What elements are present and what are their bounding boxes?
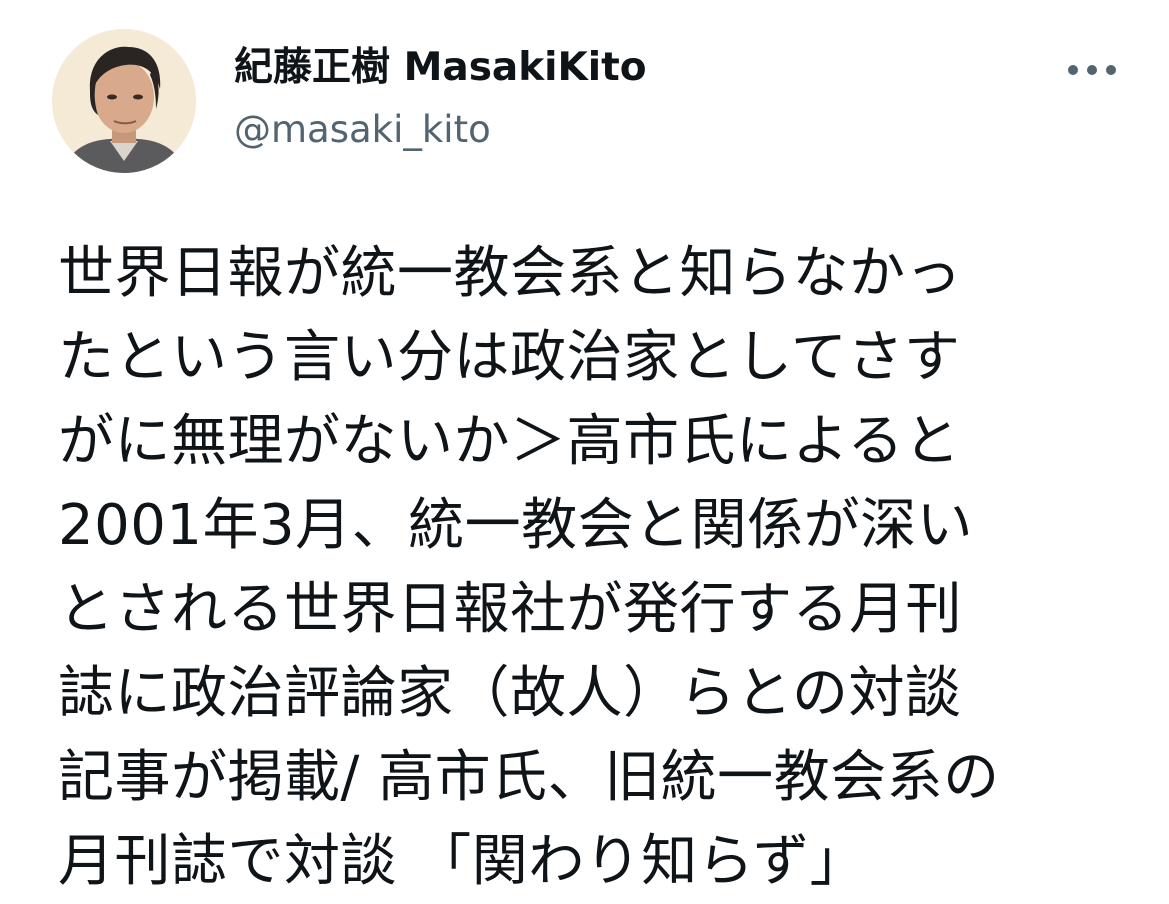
more-options-button[interactable] [1062, 50, 1122, 90]
tweet: 紀藤正樹 MasakiKito @masaki_kito 世界日報が統一教会系と… [0, 0, 1169, 896]
avatar[interactable] [52, 29, 196, 173]
user-avatar-photo-icon [52, 29, 196, 173]
author-handle[interactable]: @masaki_kito [234, 102, 647, 158]
more-dots-icon [1068, 65, 1116, 75]
tweet-text: 世界日報が統一教会系と知らなかっ たという言い分は政治家としてさす がに無理がな… [58, 241, 1000, 894]
author-display-name[interactable]: 紀藤正樹 MasakiKito [234, 40, 647, 96]
author-info: 紀藤正樹 MasakiKito @masaki_kito [234, 40, 647, 158]
